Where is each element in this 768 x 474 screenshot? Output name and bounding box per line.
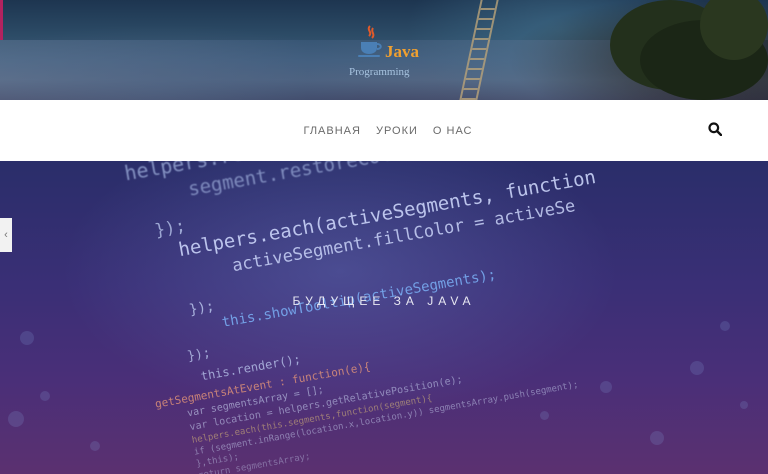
header-banner: Java Programming <box>0 0 768 100</box>
hero-banner: helpers.reset segment.restoreColor }); h… <box>0 161 768 474</box>
accent-strip <box>0 0 3 40</box>
search-icon[interactable] <box>708 122 722 136</box>
site-logo[interactable]: Java Programming <box>347 20 427 80</box>
chevron-left-icon[interactable]: ‹ <box>0 218 12 252</box>
logo-java-text: Java <box>385 42 419 61</box>
java-cup-icon <box>358 25 382 57</box>
main-navigation: ГЛАВНАЯ УРОКИ О НАС <box>0 100 768 161</box>
code-line: }); <box>153 216 188 242</box>
nav-item-about[interactable]: О НАС <box>433 125 473 137</box>
logo-subtitle: Programming <box>349 66 410 78</box>
hero-title: БУДУЩЕЕ ЗА JAVA <box>292 294 476 308</box>
code-line: }); <box>186 345 212 365</box>
nav-item-home[interactable]: ГЛАВНАЯ <box>303 125 360 137</box>
nav-item-lessons[interactable]: УРОКИ <box>376 125 418 137</box>
